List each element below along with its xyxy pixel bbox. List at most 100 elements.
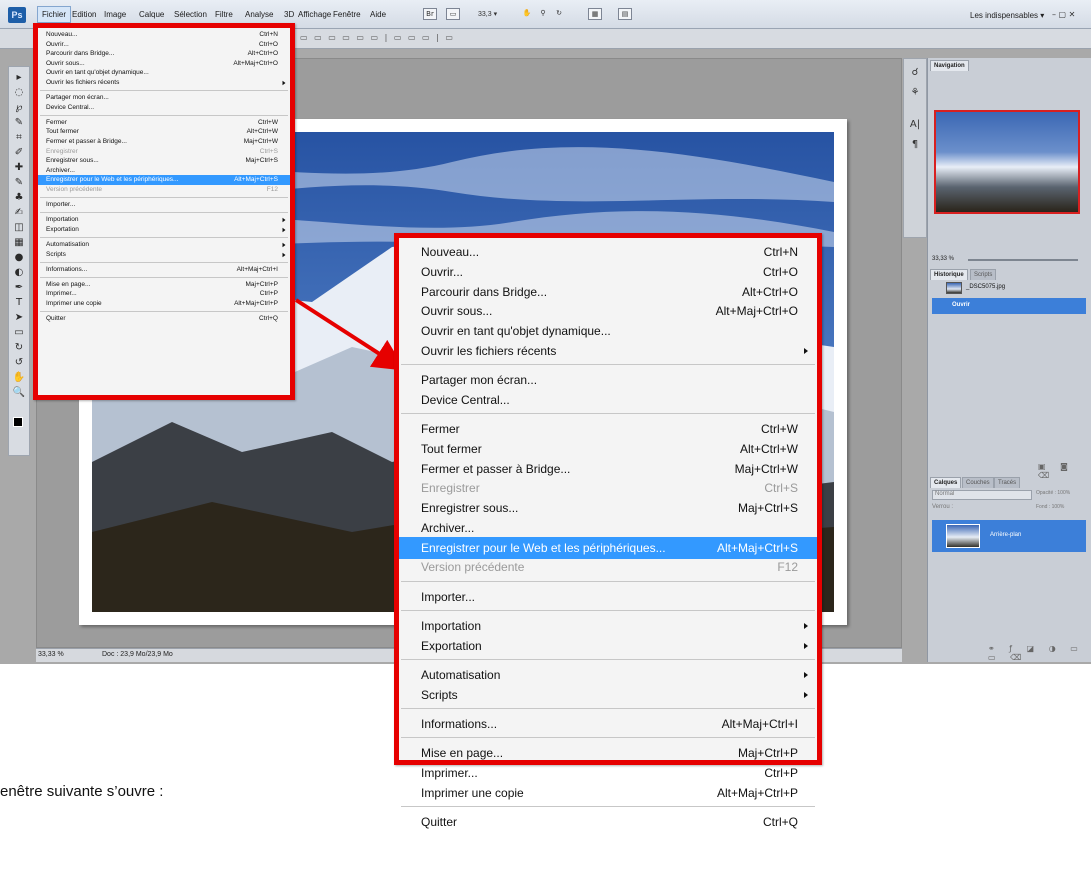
layers-footer-icons[interactable]: ⚭ ƒ ◪ ◑ ▭ ▭ ⌫ <box>988 644 1091 662</box>
menu-item-imprimer-une-copie[interactable]: Imprimer une copie Alt+Maj+Ctrl+P <box>399 782 817 804</box>
lasso-icon[interactable]: ℘ <box>11 101 27 114</box>
menu-item-importer[interactable]: Importer... <box>38 200 290 210</box>
character-icon[interactable]: A| <box>908 119 922 133</box>
minibridge-icon[interactable]: ▭ <box>446 8 460 20</box>
menu-item-device-central[interactable]: Device Central... <box>38 103 290 113</box>
menu-item-archiver[interactable]: Archiver... <box>38 166 290 176</box>
dodge-icon[interactable]: ◐ <box>11 266 27 279</box>
menu-item-fermer[interactable]: Fermer Ctrl+W <box>399 418 817 440</box>
menu-item-exportation[interactable]: Exportation <box>399 635 817 657</box>
menu-item-importer[interactable]: Importer... <box>399 586 817 608</box>
menu-item-fermer-et-passer-a-bridge[interactable]: Fermer et passer à Bridge... Maj+Ctrl+W <box>38 137 290 147</box>
tab-channels[interactable]: Couches <box>962 477 994 488</box>
navigation-zoom-value[interactable]: 33,33 % <box>932 256 954 262</box>
tab-paths[interactable]: Tracés <box>994 477 1021 488</box>
menu-item-enregistrer-sous[interactable]: Enregistrer sous... Maj+Ctrl+S <box>399 497 817 519</box>
tab-history[interactable]: Historique <box>930 269 968 280</box>
menu-item-enregistrer-pour-le-web-et-les-peripheriques[interactable]: Enregistrer pour le Web et les périphéri… <box>38 175 290 186</box>
menu-item-fermer-et-passer-a-bridge[interactable]: Fermer et passer à Bridge... Maj+Ctrl+W <box>399 458 817 480</box>
menu-item-quitter[interactable]: Quitter Ctrl+Q <box>38 314 290 324</box>
menu-item-ouvrir-en-tant-qu-objet-dynamique[interactable]: Ouvrir en tant qu'objet dynamique... <box>399 320 817 342</box>
menu-item-device-central[interactable]: Device Central... <box>399 389 817 411</box>
move-icon[interactable]: ▸ <box>11 71 27 84</box>
menu-item-imprimer[interactable]: Imprimer... Ctrl+P <box>38 289 290 299</box>
menu-item-automatisation[interactable]: Automatisation <box>38 240 290 250</box>
menu-fenetre[interactable]: Fenêtre <box>333 10 361 19</box>
menu-3d[interactable]: 3D <box>284 10 294 19</box>
menu-item-importation[interactable]: Importation <box>38 215 290 225</box>
3d-rotate-icon[interactable]: ↻ <box>11 341 27 354</box>
tab-layers[interactable]: Calques <box>930 477 962 488</box>
status-zoom-level[interactable]: 33,33 % <box>38 651 64 658</box>
menu-item-informations[interactable]: Informations... Alt+Maj+Ctrl+I <box>399 713 817 735</box>
zoom-tool-icon[interactable]: ⚲ <box>536 8 550 20</box>
history-state[interactable]: Ouvrir <box>932 298 1086 314</box>
marquee-icon[interactable]: ◌ <box>11 86 27 99</box>
menu-item-parcourir-dans-bridge[interactable]: Parcourir dans Bridge... Alt+Ctrl+O <box>399 281 817 303</box>
menu-item-scripts[interactable]: Scripts <box>38 250 290 260</box>
paragraph-icon[interactable]: ¶ <box>908 139 922 153</box>
hand-tool-icon[interactable]: ✋ <box>520 8 534 20</box>
menu-item-importation[interactable]: Importation <box>399 615 817 637</box>
menu-item-imprimer-une-copie[interactable]: Imprimer une copie Alt+Maj+Ctrl+P <box>38 299 290 309</box>
menu-item-enregistrer-sous[interactable]: Enregistrer sous... Maj+Ctrl+S <box>38 156 290 166</box>
menu-affichage[interactable]: Affichage <box>298 10 331 19</box>
window-controls[interactable]: – ▢ ✕ <box>1052 10 1075 19</box>
eraser-icon[interactable]: ◫ <box>11 221 27 234</box>
fill-field[interactable]: Fond : 100% <box>1036 504 1064 510</box>
brush-preset-icon[interactable]: ☌ <box>908 67 922 81</box>
menu-item-tout-fermer[interactable]: Tout fermer Alt+Ctrl+W <box>38 127 290 137</box>
gradient-icon[interactable]: ▦ <box>11 236 27 249</box>
menu-item-fermer[interactable]: Fermer Ctrl+W <box>38 118 290 128</box>
menu-item-scripts[interactable]: Scripts <box>399 684 817 706</box>
arrange-documents-icon[interactable]: ▦ <box>588 8 602 20</box>
blur-icon[interactable]: ● <box>11 251 27 264</box>
menu-item-informations[interactable]: Informations... Alt+Maj+Ctrl+I <box>38 265 290 275</box>
history-snapshot[interactable]: _DSC5075.jpg <box>932 280 1086 296</box>
healing-icon[interactable]: ✚ <box>11 161 27 174</box>
menu-item-nouveau[interactable]: Nouveau... Ctrl+N <box>399 241 817 263</box>
blend-mode-select[interactable]: Normal <box>932 490 1032 500</box>
menu-calque[interactable]: Calque <box>139 10 164 19</box>
menu-item-exportation[interactable]: Exportation <box>38 225 290 235</box>
menu-item-archiver[interactable]: Archiver... <box>399 517 817 539</box>
layer-row[interactable]: Arrière-plan <box>932 520 1086 552</box>
menu-aide[interactable]: Aide <box>370 10 386 19</box>
menu-item-ouvrir-les-fichiers-recents[interactable]: Ouvrir les fichiers récents <box>399 340 817 362</box>
clone-source-icon[interactable]: ⚘ <box>908 87 922 101</box>
menu-analyse[interactable]: Analyse <box>245 10 273 19</box>
eyedropper-icon[interactable]: ✐ <box>11 146 27 159</box>
rotate-view-icon[interactable]: ↻ <box>552 8 566 20</box>
shape-icon[interactable]: ▭ <box>11 326 27 339</box>
history-footer-icons[interactable]: ▣ ◙ ⌫ <box>1038 462 1091 480</box>
menu-item-partager-mon-ecran[interactable]: Partager mon écran... <box>38 93 290 103</box>
menu-item-mise-en-page[interactable]: Mise en page... Maj+Ctrl+P <box>399 742 817 764</box>
menu-item-ouvrir-sous[interactable]: Ouvrir sous... Alt+Maj+Ctrl+O <box>399 300 817 322</box>
bridge-icon[interactable]: Br <box>423 8 437 20</box>
history-brush-icon[interactable]: ✍ <box>11 206 27 219</box>
menu-item-ouvrir[interactable]: Ouvrir... Ctrl+O <box>38 40 290 50</box>
menu-fichier[interactable]: Fichier <box>37 6 72 23</box>
menu-edition[interactable]: Edition <box>72 10 96 19</box>
tab-navigation[interactable]: Navigation <box>930 60 969 71</box>
tab-scripts[interactable]: Scripts <box>970 269 997 280</box>
menu-item-enregistrer-pour-le-web-et-les-peripheriques[interactable]: Enregistrer pour le Web et les périphéri… <box>399 536 817 559</box>
menu-item-tout-fermer[interactable]: Tout fermer Alt+Ctrl+W <box>399 438 817 460</box>
type-icon[interactable]: T <box>11 296 27 309</box>
menu-item-mise-en-page[interactable]: Mise en page... Maj+Ctrl+P <box>38 280 290 290</box>
workspace-switcher[interactable]: Les indispensables ▾ <box>970 11 1044 20</box>
menu-item-parcourir-dans-bridge[interactable]: Parcourir dans Bridge... Alt+Ctrl+O <box>38 49 290 59</box>
menu-item-ouvrir-en-tant-qu-objet-dynamique[interactable]: Ouvrir en tant qu'objet dynamique... <box>38 68 290 78</box>
menu-filtre[interactable]: Filtre <box>215 10 233 19</box>
screen-mode-icon[interactable]: ▤ <box>618 8 632 20</box>
opacity-field[interactable]: Opacité : 100% <box>1036 490 1070 496</box>
magic-wand-icon[interactable]: ✎ <box>11 116 27 129</box>
3d-orbit-icon[interactable]: ↺ <box>11 356 27 369</box>
menu-item-ouvrir-sous[interactable]: Ouvrir sous... Alt+Maj+Ctrl+O <box>38 59 290 69</box>
menu-item-ouvrir[interactable]: Ouvrir... Ctrl+O <box>399 261 817 283</box>
path-select-icon[interactable]: ➤ <box>11 311 27 324</box>
menu-item-partager-mon-ecran[interactable]: Partager mon écran... <box>399 369 817 391</box>
zoom-icon[interactable]: 🔍 <box>11 386 27 399</box>
zoom-level-combo[interactable]: 33,3 ▾ <box>478 10 497 18</box>
menu-item-imprimer[interactable]: Imprimer... Ctrl+P <box>399 762 817 784</box>
